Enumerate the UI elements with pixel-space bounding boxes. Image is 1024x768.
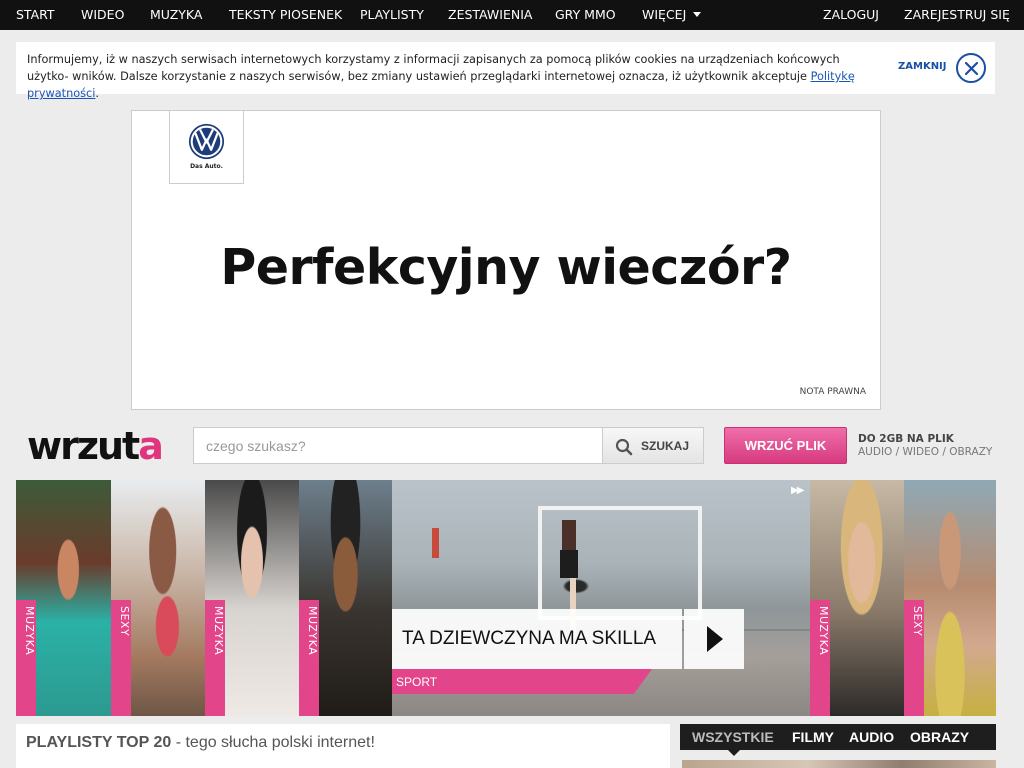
search-button[interactable]: Szukaj [602, 427, 704, 464]
close-icon[interactable] [956, 53, 986, 83]
playlists-section: PLAYLISTY TOP 20 - tego słucha polski in… [16, 724, 670, 768]
upload-button[interactable]: Wrzuć plik [724, 427, 847, 464]
play-icon [707, 626, 723, 652]
brand-logo: Das Auto. [169, 111, 244, 184]
nav-wideo[interactable]: Wideo [81, 0, 124, 30]
cookie-message: Informujemy, iż w naszych serwisach inte… [27, 53, 840, 83]
tile-category-label: Muzyka [817, 606, 830, 656]
search-button-label: Szukaj [641, 439, 690, 453]
ad-headline: Perfekcyjny wieczór? [220, 239, 792, 296]
tab-obrazy[interactable]: Obrazy [910, 724, 969, 750]
nav-wiecej-label: Więcej [642, 7, 687, 22]
fast-forward-icon[interactable]: ▶▶ [791, 485, 804, 496]
feature-title[interactable]: Ta dziewczyna ma skilla [392, 609, 682, 669]
advertisement-banner[interactable]: Das Auto. Perfekcyjny wieczór? Nota praw… [131, 110, 881, 410]
featured-video[interactable]: Ta dziewczyna ma skilla Sport [392, 480, 810, 716]
tile-category-label: Muzyka [212, 606, 225, 656]
cookie-text: Informujemy, iż w naszych serwisach inte… [27, 53, 855, 100]
nav-playlisty[interactable]: Playlisty [360, 0, 424, 30]
logo-main: wrzut [27, 424, 140, 468]
carousel-tile[interactable]: Muzyka [205, 480, 299, 716]
vw-logo-icon [188, 123, 225, 160]
login-link[interactable]: Zaloguj [823, 0, 879, 30]
content-tabs: Wszystkie Filmy Audio Obrazy [680, 724, 996, 756]
search-icon [615, 438, 633, 456]
nav-wiecej[interactable]: Więcej [642, 0, 702, 30]
register-link[interactable]: Zarejestruj się [904, 0, 1010, 30]
caret-down-icon [693, 12, 702, 17]
tile-category-label: Sexy [911, 606, 924, 637]
brand-tagline: Das Auto. [190, 163, 223, 170]
upload-info: Do 2GB na plik Audio / Wideo / Obrazy [858, 433, 992, 459]
carousel-tile[interactable]: Muzyka [810, 480, 904, 716]
play-button[interactable] [684, 609, 744, 669]
playlists-subtitle: - tego słucha polski internet! [171, 734, 375, 751]
feature-category[interactable]: Sport [392, 669, 652, 694]
tab-filmy[interactable]: Filmy [792, 724, 834, 750]
nav-teksty-piosenek[interactable]: Teksty piosenek [229, 0, 342, 30]
tab-audio[interactable]: Audio [849, 724, 894, 750]
carousel-tile[interactable]: Muzyka [299, 480, 392, 716]
thumbnails-preview[interactable] [682, 760, 996, 768]
tile-category-label: Muzyka [23, 606, 36, 656]
active-tab-pointer [728, 750, 740, 756]
carousel-tile[interactable]: Muzyka [16, 480, 111, 716]
logo-accent: a [138, 424, 164, 468]
top-navigation: Start Wideo Muzyka Teksty piosenek Playl… [0, 0, 1024, 30]
tab-wszystkie[interactable]: Wszystkie [692, 724, 774, 750]
cookie-close-label[interactable]: ZAMKNIJ [898, 61, 947, 72]
tile-category-label: Sexy [118, 606, 131, 637]
cookie-notice: Informujemy, iż w naszych serwisach inte… [16, 42, 995, 100]
nav-gry-mmo[interactable]: Gry MMO [555, 0, 616, 30]
carousel-tile[interactable]: Sexy [111, 480, 205, 716]
ad-legal-link[interactable]: Nota prawna [800, 387, 866, 397]
playlists-title-main: PLAYLISTY TOP 20 [26, 734, 172, 751]
upload-limit: Do 2GB na plik [858, 433, 954, 445]
upload-types: Audio / Wideo / Obrazy [858, 446, 993, 458]
tile-category-label: Muzyka [306, 606, 319, 656]
search-input[interactable] [193, 427, 603, 464]
site-logo[interactable]: wrzuta [27, 424, 164, 468]
nav-muzyka[interactable]: Muzyka [150, 0, 202, 30]
nav-zestawienia[interactable]: Zestawienia [448, 0, 532, 30]
nav-start[interactable]: Start [16, 0, 55, 30]
featured-carousel: Muzyka Sexy Muzyka Muzyka Ta dziewczyna … [16, 480, 996, 716]
carousel-tile[interactable]: Sexy [904, 480, 996, 716]
playlists-title: PLAYLISTY TOP 20 - tego słucha polski in… [26, 734, 375, 752]
